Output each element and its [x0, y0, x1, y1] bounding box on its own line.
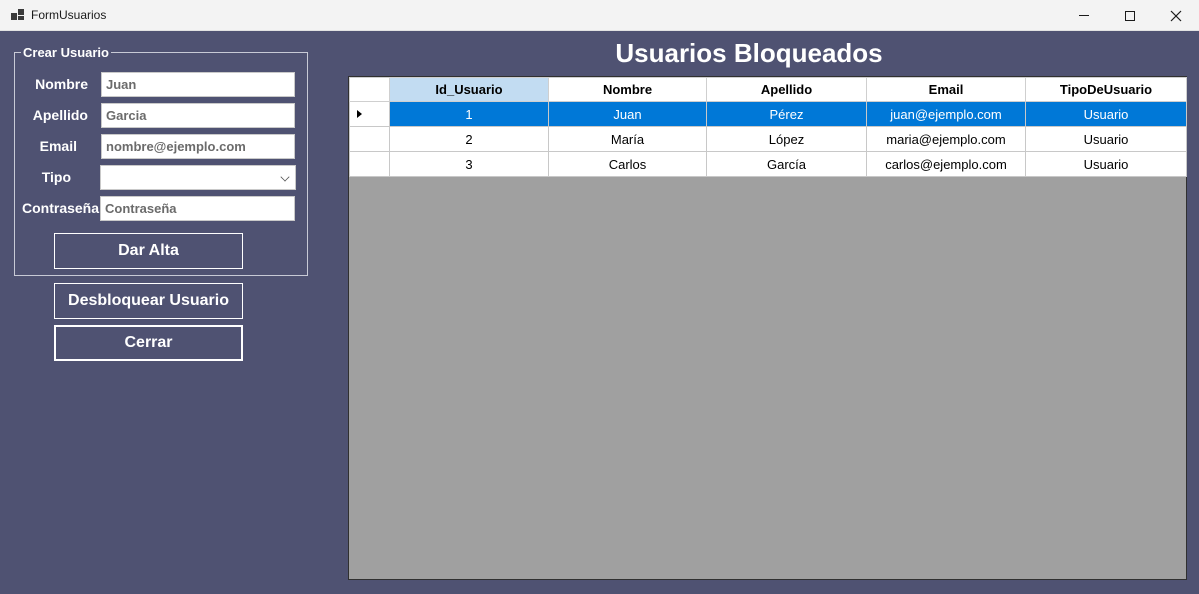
cell-email[interactable]: maria@ejemplo.com [866, 126, 1026, 152]
column-header-email[interactable]: Email [866, 77, 1026, 102]
cell-nombre[interactable]: Carlos [548, 151, 707, 177]
table-row[interactable]: 2 María López maria@ejemplo.com Usuario [349, 126, 1187, 152]
grid-header-row: Id_Usuario Nombre Apellido Email TipoDeU… [349, 77, 1187, 102]
column-header-id-usuario[interactable]: Id_Usuario [389, 77, 549, 102]
cell-nombre[interactable]: Juan [548, 101, 707, 127]
table-row[interactable]: 3 Carlos García carlos@ejemplo.com Usuar… [349, 151, 1187, 177]
tipo-label: Tipo [41, 169, 71, 185]
table-row[interactable]: 1 Juan Pérez juan@ejemplo.com Usuario [349, 101, 1187, 127]
row-header[interactable] [349, 126, 390, 152]
cell-id-usuario[interactable]: 2 [389, 126, 549, 152]
row-header[interactable] [349, 101, 390, 127]
chevron-down-icon [280, 172, 290, 182]
column-header-nombre[interactable]: Nombre [548, 77, 707, 102]
title-bar: FormUsuarios [0, 0, 1199, 31]
grid-corner-cell[interactable] [349, 77, 390, 102]
nombre-field[interactable]: Juan [101, 72, 295, 97]
row-header[interactable] [349, 151, 390, 177]
close-icon [1170, 10, 1182, 21]
apellido-label: Apellido [32, 107, 88, 123]
cell-apellido[interactable]: López [706, 126, 867, 152]
minimize-icon [1079, 15, 1089, 16]
app-icon [11, 9, 24, 21]
cell-apellido[interactable]: Pérez [706, 101, 867, 127]
cell-tipo-de-usuario[interactable]: Usuario [1025, 101, 1187, 127]
nombre-label: Nombre [35, 76, 88, 92]
cell-apellido[interactable]: García [706, 151, 867, 177]
tipo-select[interactable] [100, 165, 296, 190]
window-title: FormUsuarios [31, 8, 107, 22]
cell-email[interactable]: carlos@ejemplo.com [866, 151, 1026, 177]
cell-tipo-de-usuario[interactable]: Usuario [1025, 151, 1187, 177]
row-pointer-icon [357, 110, 362, 118]
cell-email[interactable]: juan@ejemplo.com [866, 101, 1026, 127]
cerrar-button[interactable]: Cerrar [54, 325, 243, 361]
contrasena-label: Contraseña [22, 200, 100, 216]
email-field[interactable]: nombre@ejemplo.com [101, 134, 295, 159]
maximize-icon [1125, 10, 1135, 21]
dar-alta-button[interactable]: Dar Alta [54, 233, 243, 269]
minimize-button[interactable] [1061, 0, 1107, 31]
cell-id-usuario[interactable]: 3 [389, 151, 549, 177]
group-title: Crear Usuario [21, 45, 111, 60]
cell-id-usuario[interactable]: 1 [389, 101, 549, 127]
apellido-field[interactable]: Garcia [101, 103, 295, 128]
email-label: Email [39, 138, 77, 154]
contrasena-field[interactable]: Contraseña [100, 196, 295, 221]
users-grid[interactable]: Id_Usuario Nombre Apellido Email TipoDeU… [348, 76, 1187, 580]
column-header-tipo-de-usuario[interactable]: TipoDeUsuario [1025, 77, 1187, 102]
desbloquear-usuario-button[interactable]: Desbloquear Usuario [54, 283, 243, 319]
maximize-button[interactable] [1107, 0, 1153, 31]
cell-nombre[interactable]: María [548, 126, 707, 152]
column-header-apellido[interactable]: Apellido [706, 77, 867, 102]
cell-tipo-de-usuario[interactable]: Usuario [1025, 126, 1187, 152]
page-title: Usuarios Bloqueados [615, 38, 883, 68]
close-window-button[interactable] [1153, 0, 1199, 31]
